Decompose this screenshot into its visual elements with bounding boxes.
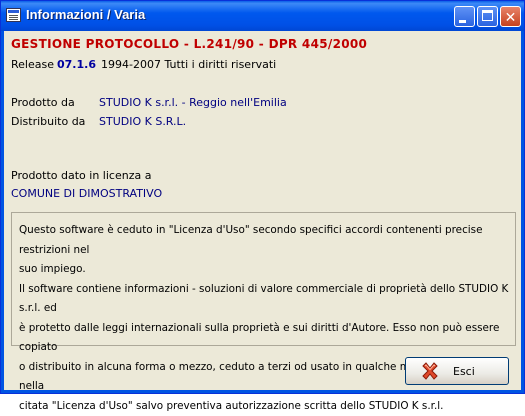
license-label: Prodotto dato in licenza a xyxy=(11,169,151,182)
license-value: COMUNE DI DIMOSTRATIVO xyxy=(11,187,162,200)
close-icon: ✕ xyxy=(505,10,517,26)
close-button[interactable]: ✕ xyxy=(500,6,521,27)
notice-line: Questo software è ceduto in "Licenza d'U… xyxy=(19,221,513,260)
copyright-text: 1994-2007 Tutti i diritti riservati xyxy=(101,58,276,71)
exit-button-label: Esci xyxy=(453,365,475,378)
maximize-icon xyxy=(482,10,493,21)
minimize-icon xyxy=(459,20,466,23)
release-label: Release xyxy=(11,58,54,71)
produced-by-value: STUDIO K s.r.l. - Reggio nell'Emilia xyxy=(99,96,287,109)
release-version: 07.1.6 xyxy=(57,58,96,71)
red-x-icon xyxy=(420,361,440,381)
exit-button[interactable]: Esci xyxy=(405,357,509,385)
notice-line: suo impiego. xyxy=(19,260,513,280)
license-notice-text: Questo software è ceduto in "Licenza d'U… xyxy=(19,221,513,416)
minimize-button[interactable] xyxy=(454,6,475,27)
title-bar[interactable]: Informazioni / Varia ✕ xyxy=(1,1,524,31)
distributed-by-value: STUDIO K S.R.L. xyxy=(99,115,186,128)
dialog-body: GESTIONE PROTOCOLLO - L.241/90 - DPR 445… xyxy=(4,31,521,390)
license-notice-panel: Questo software è ceduto in "Licenza d'U… xyxy=(11,212,516,346)
product-title: GESTIONE PROTOCOLLO - L.241/90 - DPR 445… xyxy=(11,37,367,51)
produced-by-label: Prodotto da xyxy=(11,96,75,109)
notice-line: è protetto dalle leggi internazionali su… xyxy=(19,319,513,358)
distributed-by-label: Distribuito da xyxy=(11,115,85,128)
notice-line: Il software contiene informazioni - solu… xyxy=(19,280,513,319)
notice-line: citata "Licenza d'Uso" salvo preventiva … xyxy=(19,397,513,416)
maximize-button[interactable] xyxy=(477,6,498,27)
about-dialog-window: Informazioni / Varia ✕ GESTIONE PROTOCOL… xyxy=(0,0,525,394)
app-window-icon xyxy=(6,8,21,22)
window-title: Informazioni / Varia xyxy=(26,7,145,22)
